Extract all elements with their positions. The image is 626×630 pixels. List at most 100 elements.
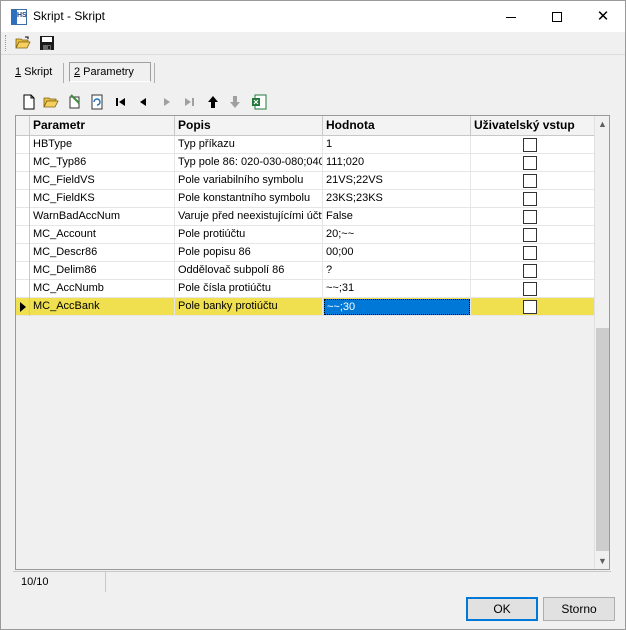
tab-parametry[interactable]: 2 Parametry: [69, 62, 151, 82]
header-indicator: [16, 116, 30, 136]
tab-divider: [63, 63, 64, 83]
cell-hodnota[interactable]: ?: [323, 262, 471, 280]
cell-hodnota[interactable]: 20;~~: [323, 226, 471, 244]
table-row[interactable]: HBType Typ příkazu 1: [16, 136, 594, 154]
row-indicator: [16, 262, 30, 280]
cell-parametr[interactable]: MC_FieldVS: [30, 172, 175, 190]
header-popis[interactable]: Popis: [175, 116, 323, 136]
cell-hodnota[interactable]: 1: [323, 136, 471, 154]
app-icon-label: HS: [17, 12, 27, 19]
table-row[interactable]: MC_AccNumb Pole čísla protiúčtu ~~;31: [16, 280, 594, 298]
cell-parametr[interactable]: MC_Account: [30, 226, 175, 244]
cell-parametr[interactable]: MC_Typ86: [30, 154, 175, 172]
grid-header: Parametr Popis Hodnota Uživatelský vstup: [16, 116, 594, 136]
user-input-checkbox[interactable]: [523, 300, 537, 314]
scroll-up-arrow-icon[interactable]: ▲: [595, 116, 610, 132]
new-record-icon[interactable]: [21, 94, 37, 110]
move-up-icon[interactable]: [205, 94, 221, 110]
user-input-checkbox[interactable]: [523, 210, 537, 224]
table-row[interactable]: WarnBadAccNum Varuje před neexistujícími…: [16, 208, 594, 226]
table-row[interactable]: MC_FieldKS Pole konstantního symbolu 23K…: [16, 190, 594, 208]
table-row[interactable]: MC_Account Pole protiúčtu 20;~~: [16, 226, 594, 244]
table-row[interactable]: MC_Typ86 Typ pole 86: 020-030-080;040 11…: [16, 154, 594, 172]
table-row[interactable]: MC_Delim86 Oddělovač subpolí 86 ?: [16, 262, 594, 280]
row-indicator: [16, 244, 30, 262]
cell-hodnota[interactable]: 21VS;22VS: [323, 172, 471, 190]
open-folder-icon[interactable]: [15, 35, 31, 51]
scroll-down-arrow-icon[interactable]: ▼: [595, 553, 610, 569]
cell-parametr[interactable]: WarnBadAccNum: [30, 208, 175, 226]
header-uzivatelsky-vstup[interactable]: Uživatelský vstup: [471, 116, 594, 136]
cell-hodnota[interactable]: ~~;30: [323, 298, 471, 316]
last-record-icon: [185, 98, 194, 106]
cell-uzivatelsky-vstup: [471, 172, 594, 190]
cell-hodnota[interactable]: ~~;31: [323, 280, 471, 298]
cell-hodnota[interactable]: 00;00: [323, 244, 471, 262]
row-indicator: [16, 172, 30, 190]
cell-popis[interactable]: Varuje před neexistujícími účty: [175, 208, 323, 226]
user-input-checkbox[interactable]: [523, 282, 537, 296]
close-button[interactable]: ✕: [580, 1, 626, 32]
tab-skript[interactable]: 1 Skript: [11, 63, 56, 83]
cell-uzivatelsky-vstup: [471, 262, 594, 280]
toolbar-grip[interactable]: [5, 35, 8, 51]
cell-hodnota[interactable]: 111;020: [323, 154, 471, 172]
cell-uzivatelsky-vstup: [471, 280, 594, 298]
header-hodnota[interactable]: Hodnota: [323, 116, 471, 136]
row-indicator: [16, 190, 30, 208]
header-parametr[interactable]: Parametr: [30, 116, 175, 136]
grid-body: Parametr Popis Hodnota Uživatelský vstup…: [16, 116, 594, 569]
edit-record-icon[interactable]: [67, 94, 83, 110]
scrollbar-thumb[interactable]: [596, 328, 609, 551]
user-input-checkbox[interactable]: [523, 156, 537, 170]
cell-parametr[interactable]: MC_Delim86: [30, 262, 175, 280]
cell-popis[interactable]: Pole čísla protiúčtu: [175, 280, 323, 298]
minimize-icon: [506, 16, 516, 18]
cell-uzivatelsky-vstup: [471, 208, 594, 226]
refresh-icon[interactable]: [89, 94, 105, 110]
cell-popis[interactable]: Pole variabilního symbolu: [175, 172, 323, 190]
cell-parametr[interactable]: MC_FieldKS: [30, 190, 175, 208]
cancel-button[interactable]: Storno: [543, 597, 615, 621]
table-row[interactable]: MC_Descr86 Pole popisu 86 00;00: [16, 244, 594, 262]
cell-parametr[interactable]: MC_AccBank: [30, 298, 175, 316]
cell-parametr[interactable]: HBType: [30, 136, 175, 154]
table-row[interactable]: MC_FieldVS Pole variabilního symbolu 21V…: [16, 172, 594, 190]
cell-hodnota[interactable]: False: [323, 208, 471, 226]
cell-parametr[interactable]: MC_Descr86: [30, 244, 175, 262]
cell-popis[interactable]: Typ pole 86: 020-030-080;040: [175, 154, 323, 172]
next-record-icon: [164, 98, 170, 106]
window-title: Skript - Skript: [33, 9, 106, 23]
save-icon[interactable]: [39, 35, 55, 51]
cell-uzivatelsky-vstup: [471, 136, 594, 154]
cell-uzivatelsky-vstup: [471, 154, 594, 172]
cell-popis[interactable]: Pole konstantního symbolu: [175, 190, 323, 208]
user-input-checkbox[interactable]: [523, 246, 537, 260]
cell-parametr[interactable]: MC_AccNumb: [30, 280, 175, 298]
cell-popis[interactable]: Pole protiúčtu: [175, 226, 323, 244]
maximize-button[interactable]: [534, 1, 580, 32]
main-toolbar: [1, 32, 625, 54]
user-input-checkbox[interactable]: [523, 192, 537, 206]
title-bar[interactable]: HS Skript - Skript ✕: [1, 1, 625, 32]
previous-record-icon[interactable]: [135, 94, 151, 110]
excel-export-icon[interactable]: [251, 94, 267, 110]
cell-popis[interactable]: Oddělovač subpolí 86: [175, 262, 323, 280]
open-folder-icon[interactable]: [43, 94, 59, 110]
cell-popis[interactable]: Pole banky protiúčtu: [175, 298, 323, 316]
first-record-icon[interactable]: [113, 94, 129, 110]
minimize-button[interactable]: [488, 1, 534, 32]
row-indicator: [16, 280, 30, 298]
user-input-checkbox[interactable]: [523, 228, 537, 242]
hodnota-edit-field[interactable]: ~~;30: [324, 299, 470, 315]
user-input-checkbox[interactable]: [523, 138, 537, 152]
record-counter: 10/10: [21, 576, 49, 588]
cell-popis[interactable]: Pole popisu 86: [175, 244, 323, 262]
table-row-selected[interactable]: MC_AccBank Pole banky protiúčtu ~~;30: [16, 298, 594, 316]
ok-button[interactable]: OK: [466, 597, 538, 621]
user-input-checkbox[interactable]: [523, 174, 537, 188]
user-input-checkbox[interactable]: [523, 264, 537, 278]
cell-hodnota[interactable]: 23KS;23KS: [323, 190, 471, 208]
cell-popis[interactable]: Typ příkazu: [175, 136, 323, 154]
vertical-scrollbar[interactable]: ▲ ▼: [594, 116, 609, 569]
